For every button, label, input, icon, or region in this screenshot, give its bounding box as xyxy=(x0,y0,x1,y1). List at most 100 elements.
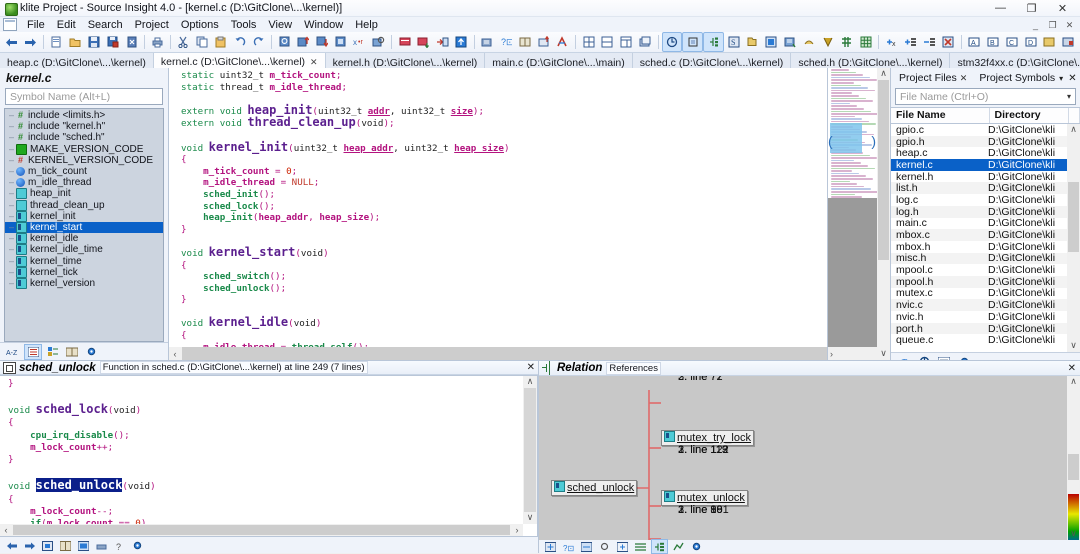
sync-icon[interactable] xyxy=(819,33,838,51)
context-window2-icon[interactable] xyxy=(682,32,703,52)
zoom-out-icon[interactable] xyxy=(597,540,612,553)
table-row[interactable]: nvic.hD:\GitClone\kli xyxy=(891,311,1080,323)
scroll-thumb[interactable] xyxy=(878,80,889,260)
symbol-list-item[interactable]: –thread_clean_up xyxy=(5,200,163,211)
remove-file-icon[interactable] xyxy=(920,33,939,51)
grid-icon[interactable] xyxy=(856,33,875,51)
symbol-list-item[interactable]: –kernel_version xyxy=(5,278,163,289)
forward-icon[interactable] xyxy=(22,539,37,552)
scroll-thumb[interactable] xyxy=(524,388,536,512)
symbol-list-item[interactable]: –#KERNEL_VERSION_CODE xyxy=(5,155,163,166)
menu-project[interactable]: Project xyxy=(129,18,175,32)
symbol-list-item[interactable]: –kernel_time xyxy=(5,255,163,266)
symbol-list-item[interactable]: –kernel_tick xyxy=(5,267,163,278)
context-horizontal-scrollbar[interactable]: ‹ › xyxy=(0,524,523,536)
column-header-file-name[interactable]: File Name xyxy=(891,108,990,123)
table-row[interactable]: main.cD:\GitClone\kli xyxy=(891,218,1080,230)
jump-up-icon[interactable] xyxy=(452,33,471,51)
relation-node-header[interactable]: mutex_try_lock xyxy=(664,431,751,444)
help-icon[interactable]: ? xyxy=(112,539,127,552)
relation-node[interactable]: mutex_unlock1. line 892. line 983. line … xyxy=(661,490,748,506)
relation-node-header[interactable]: mutex_unlock xyxy=(664,491,745,504)
cut-icon[interactable] xyxy=(174,33,193,51)
menu-help[interactable]: Help xyxy=(349,18,384,32)
paste-icon[interactable] xyxy=(212,33,231,51)
book-icon[interactable] xyxy=(58,539,73,552)
project-file-list[interactable]: gpio.cD:\GitClone\kligpio.hD:\GitClone\k… xyxy=(891,124,1080,352)
symbol-window-icon[interactable] xyxy=(516,33,535,51)
relation-reference-line[interactable]: 3. line 77 xyxy=(664,376,723,383)
table-row[interactable]: misc.hD:\GitClone\kli xyxy=(891,253,1080,265)
overview-vertical-scrollbar[interactable]: ∧ ∨ xyxy=(877,68,890,360)
minimize-button[interactable]: — xyxy=(985,0,1016,16)
scroll-thumb[interactable] xyxy=(1068,454,1079,480)
window-list-icon[interactable] xyxy=(636,33,655,51)
print-icon[interactable] xyxy=(148,33,167,51)
dictionary-icon[interactable] xyxy=(64,345,80,359)
browse-symbols-icon[interactable] xyxy=(478,33,497,51)
search-down-icon[interactable] xyxy=(313,33,332,51)
table-row[interactable]: heap.cD:\GitClone\kli xyxy=(891,147,1080,159)
scroll-left-icon[interactable]: ‹ xyxy=(0,525,12,535)
overview-thumbnail[interactable] xyxy=(828,68,877,198)
save-icon[interactable] xyxy=(84,33,103,51)
symbol-list-item[interactable]: –MAKE_VERSION_CODE xyxy=(5,144,163,155)
forward-icon[interactable] xyxy=(21,33,40,51)
replace-icon[interactable]: x•r xyxy=(351,33,370,51)
symbol-list-item[interactable]: –#include "sched.h" xyxy=(5,132,163,143)
table-row[interactable]: mpool.cD:\GitClone\kli xyxy=(891,264,1080,276)
mdi-restore-button[interactable]: ❐ xyxy=(1044,17,1061,33)
table-row[interactable]: mbox.cD:\GitClone\kli xyxy=(891,229,1080,241)
table-row[interactable]: mutex.cD:\GitClone\kli xyxy=(891,288,1080,300)
compare-icon[interactable] xyxy=(837,33,856,51)
relation-vertical-scrollbar[interactable]: ∧ ∨ xyxy=(1067,376,1080,540)
close-file-icon[interactable] xyxy=(122,33,141,51)
table-row[interactable]: gpio.cD:\GitClone\kli xyxy=(891,124,1080,136)
cascade-icon[interactable] xyxy=(617,33,636,51)
settings-icon[interactable] xyxy=(689,540,704,553)
search-up-icon[interactable] xyxy=(294,33,313,51)
scroll-thumb[interactable] xyxy=(1068,182,1079,252)
save-all-icon[interactable] xyxy=(103,33,122,51)
relation-icon[interactable] xyxy=(579,540,594,553)
tab-close-icon[interactable]: ✕ xyxy=(310,57,318,68)
overview-panel[interactable]: ( ) ∧ ∨ › xyxy=(827,68,890,360)
tab-project-files[interactable]: Project Files✕ xyxy=(895,72,971,84)
graph-view-icon[interactable] xyxy=(671,540,686,553)
context-code[interactable]: } void sched_lock(void){ cpu_irq_disable… xyxy=(8,378,521,524)
symbol-list[interactable]: –#include <limits.h>–#include "kernel.h"… xyxy=(4,108,164,342)
group-view-icon[interactable] xyxy=(45,345,61,359)
expand-icon[interactable] xyxy=(543,540,558,553)
mdi-minimize-button[interactable]: _ xyxy=(1027,17,1044,33)
context-window-close-icon[interactable]: ✕ xyxy=(527,362,535,373)
menu-tools[interactable]: Tools xyxy=(225,18,263,32)
lock-icon[interactable] xyxy=(40,539,55,552)
table-row[interactable]: kernel.cD:\GitClone\kli xyxy=(891,159,1080,171)
new-file-icon[interactable] xyxy=(47,33,66,51)
menu-view[interactable]: View xyxy=(262,18,298,32)
code-editor[interactable]: static uint32_t m_tick_count;static thre… xyxy=(169,68,890,360)
table-row[interactable]: log.cD:\GitClone\kli xyxy=(891,194,1080,206)
scroll-down-icon[interactable]: ∨ xyxy=(1067,340,1080,352)
panel-close-icon[interactable]: ✕ xyxy=(1065,73,1079,84)
back-icon[interactable] xyxy=(4,539,19,552)
tile-vert-icon[interactable] xyxy=(598,33,617,51)
symbol-list-item[interactable]: –kernel_idle_time xyxy=(5,244,163,255)
context-window-icon[interactable] xyxy=(534,33,553,51)
list-view-icon[interactable] xyxy=(633,540,648,553)
panelB-icon[interactable]: B xyxy=(983,33,1002,51)
symbol-list-item[interactable]: –m_idle_thread xyxy=(5,177,163,188)
add-all-icon[interactable] xyxy=(901,33,920,51)
table-row[interactable]: list.hD:\GitClone\kli xyxy=(891,182,1080,194)
remove-all-icon[interactable] xyxy=(939,33,958,51)
jump-icon[interactable] xyxy=(433,33,452,51)
scroll-up-icon[interactable]: ∧ xyxy=(1067,124,1080,136)
project-file-filter-input[interactable]: File Name (Ctrl+O) ▾ xyxy=(895,88,1076,105)
mdi-close-button[interactable]: ✕ xyxy=(1061,17,1078,33)
context-vertical-scrollbar[interactable]: ∧ ∨ xyxy=(523,376,537,524)
relation-root-node[interactable]: sched_unlock xyxy=(551,480,637,496)
scroll-thumb[interactable] xyxy=(13,525,510,535)
redo-icon[interactable] xyxy=(249,33,268,51)
symbol-list-item[interactable]: –#include "kernel.h" xyxy=(5,121,163,132)
scroll-down-icon[interactable]: ∨ xyxy=(523,512,537,524)
